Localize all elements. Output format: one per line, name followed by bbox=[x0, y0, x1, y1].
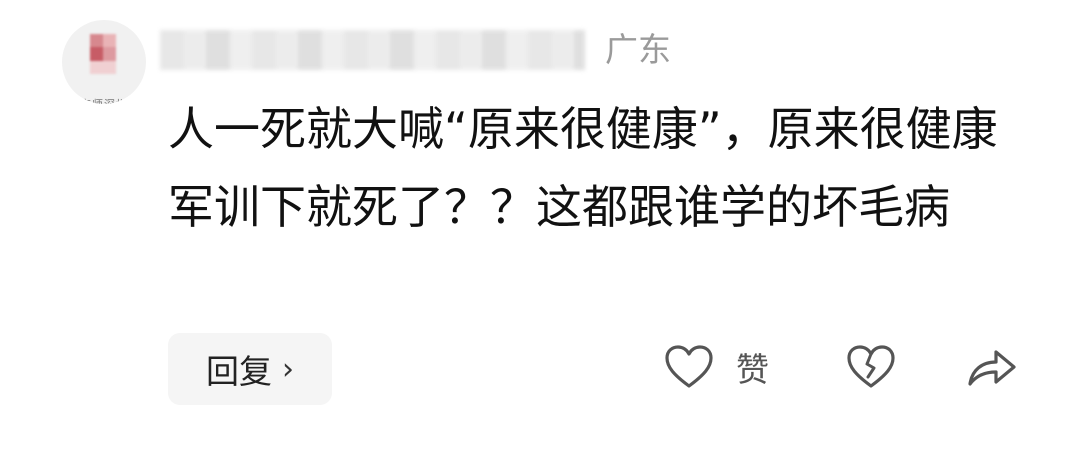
comment-text: 人一死就大喊“原来很健康”，原来很健康军训下就死了？？这都跟谁学的坏毛病 bbox=[168, 102, 998, 234]
dislike-button[interactable] bbox=[846, 344, 896, 390]
heart-outline-icon bbox=[665, 345, 713, 388]
avatar-image bbox=[90, 34, 116, 74]
username-blurred[interactable] bbox=[160, 30, 585, 70]
avatar-caption: 京师深圳 bbox=[62, 96, 146, 104]
share-arrow-icon bbox=[968, 350, 1016, 386]
like-button[interactable]: 赞 bbox=[664, 343, 769, 391]
avatar[interactable]: 京师深圳 bbox=[62, 20, 146, 104]
user-location: 广东 bbox=[605, 30, 671, 69]
like-label: 赞 bbox=[736, 350, 769, 389]
chevron-right-icon: › bbox=[282, 351, 294, 387]
reply-label: 回复 bbox=[206, 352, 272, 391]
broken-heart-icon bbox=[847, 345, 895, 388]
share-button[interactable] bbox=[966, 344, 1018, 390]
reply-button[interactable]: 回复 › bbox=[168, 333, 332, 405]
